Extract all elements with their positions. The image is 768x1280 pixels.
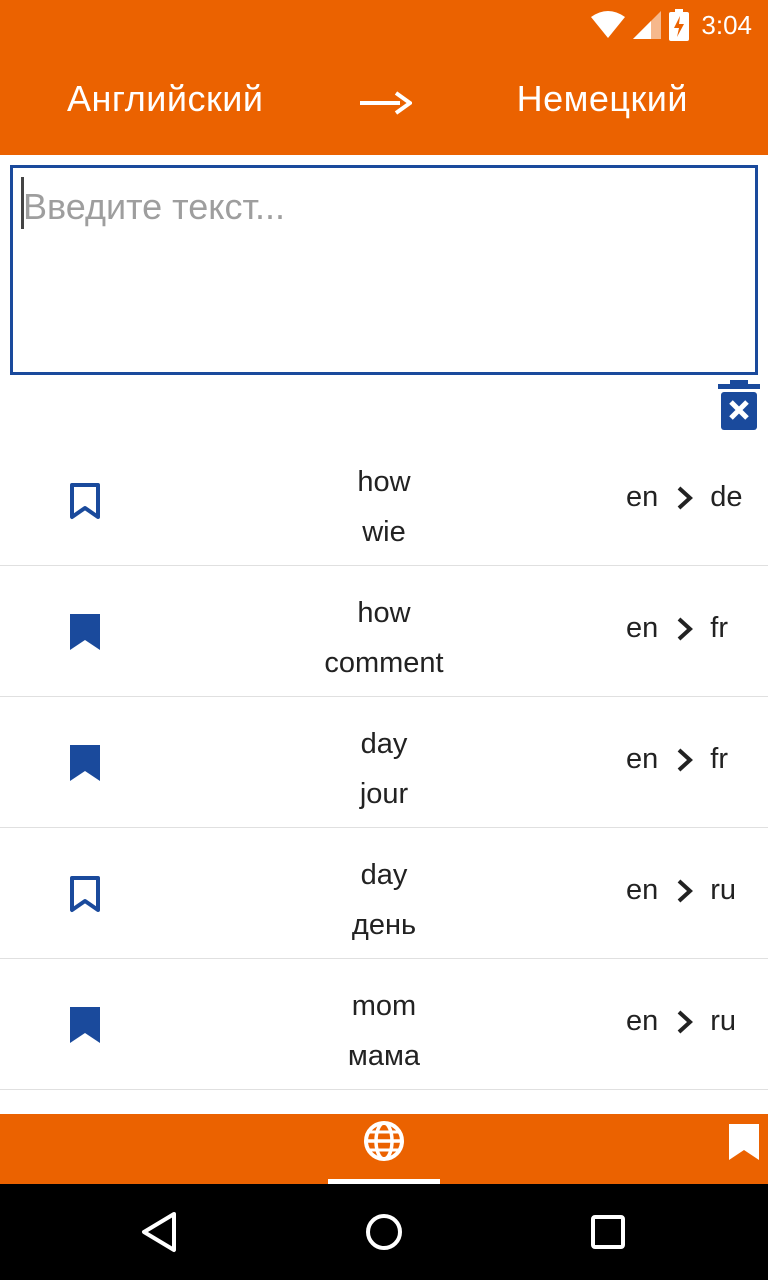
source-word: how <box>357 597 411 629</box>
back-icon[interactable] <box>134 1206 186 1258</box>
translated-word: comment <box>324 647 444 679</box>
bookmark-outline-icon[interactable] <box>68 481 102 521</box>
history-row[interactable]: how wie en de <box>0 435 768 566</box>
language-pair: en ru <box>626 1005 737 1037</box>
history-row[interactable]: day jour en fr <box>0 697 768 828</box>
bookmark-filled-icon[interactable] <box>68 1005 102 1045</box>
bookmark-filled-icon[interactable] <box>68 743 102 783</box>
tab-translate[interactable] <box>328 1114 440 1184</box>
wifi-icon <box>591 11 626 38</box>
language-pair: en fr <box>626 743 728 775</box>
language-pair: en de <box>626 481 743 513</box>
recents-icon[interactable] <box>582 1206 634 1258</box>
history-row[interactable]: day день en ru <box>0 828 768 959</box>
language-toolbar: Английский Немецкий <box>0 50 768 155</box>
bookmark-filled-icon[interactable] <box>68 612 102 652</box>
translated-word: jour <box>359 778 409 810</box>
system-navigation-bar <box>0 1184 768 1280</box>
language-pair: en ru <box>626 874 737 906</box>
language-pair: en fr <box>626 612 728 644</box>
source-word: day <box>360 859 408 891</box>
source-word: day <box>360 728 408 760</box>
chevron-right-icon <box>677 748 694 771</box>
source-language-button[interactable]: Английский <box>67 78 263 120</box>
translated-word: день <box>351 909 417 941</box>
status-time: 3:04 <box>701 9 752 40</box>
signal-icon <box>633 11 662 39</box>
history-row[interactable]: how comment en fr <box>0 566 768 697</box>
bookmark-outline-icon[interactable] <box>68 874 102 914</box>
history-row[interactable]: mom мама en ru <box>0 959 768 1090</box>
target-language-button[interactable]: Немецкий <box>517 78 688 120</box>
input-placeholder: Введите текст... <box>23 186 285 227</box>
status-bar: 3:04 <box>0 0 768 50</box>
source-word: mom <box>351 990 417 1022</box>
translated-word: wie <box>362 516 406 548</box>
translated-word: мама <box>347 1040 421 1072</box>
chevron-right-icon <box>677 486 694 509</box>
status-icons: 3:04 <box>591 8 752 42</box>
bottom-navigation <box>0 1114 768 1184</box>
bookmark-icon[interactable] <box>726 1122 762 1162</box>
home-icon[interactable] <box>358 1206 410 1258</box>
chevron-right-icon <box>677 1010 694 1033</box>
battery-charging-icon <box>669 9 690 41</box>
chevron-right-icon <box>677 617 694 640</box>
arrow-right-icon[interactable] <box>360 88 412 118</box>
trash-clear-icon[interactable] <box>718 380 760 430</box>
globe-icon <box>364 1121 404 1161</box>
source-word: how <box>357 466 411 498</box>
history-list: how wie en de how comment en fr day jour en fr… <box>0 435 768 1090</box>
translation-input[interactable]: Введите текст... <box>10 165 758 375</box>
chevron-right-icon <box>677 879 694 902</box>
